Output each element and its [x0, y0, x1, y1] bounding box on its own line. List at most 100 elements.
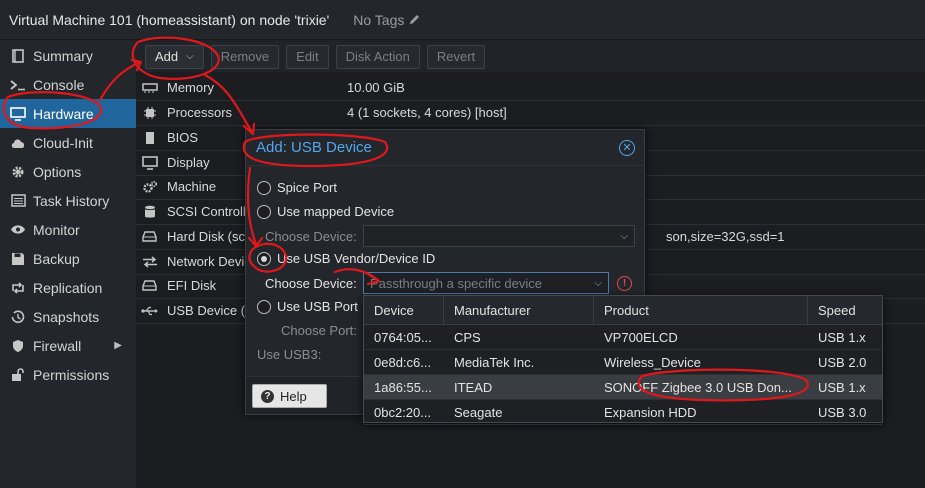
sidebar-item-label: Monitor	[33, 221, 80, 238]
hardware-label: Memory	[167, 80, 214, 96]
disk-action-button[interactable]: Disk Action	[335, 44, 420, 69]
mapped-device-field: Choose Device: ⌵	[265, 225, 635, 247]
expand-caret-icon[interactable]: ▶	[114, 340, 122, 351]
help-label: Help	[280, 388, 307, 404]
device-id: 1a86:55...	[374, 379, 432, 395]
sidebar-item-label: Task History	[33, 192, 110, 209]
sidebar: Summary Console Hardware Cloud-Init Opti…	[0, 41, 136, 488]
unlock-icon	[9, 367, 27, 383]
device-row[interactable]: 0764:05... CPS VP700ELCD USB 1.x	[364, 325, 882, 350]
device-product: Expansion HDD	[604, 404, 697, 420]
vendor-device-field: Choose Device: Passthrough a specific de…	[265, 272, 632, 294]
edit-button[interactable]: Edit	[286, 44, 329, 69]
floppy-icon	[9, 251, 27, 267]
device-row[interactable]: 0e8d:c6... MediaTek Inc. Wireless_Device…	[364, 350, 882, 375]
column-header-manufacturer[interactable]: Manufacturer	[444, 296, 594, 324]
history-icon	[9, 309, 27, 325]
hardware-value: 10.00 GiB	[347, 80, 405, 96]
sidebar-item-replication[interactable]: Replication	[0, 273, 136, 302]
terminal-icon	[9, 77, 27, 93]
sidebar-item-summary[interactable]: Summary	[0, 41, 136, 70]
usb-device-dropdown: Device Manufacturer Product Speed 0764:0…	[363, 295, 883, 425]
spice-port-option[interactable]: Spice Port	[257, 180, 337, 195]
device-product: SONOFF Zigbee 3.0 USB Don...	[604, 379, 792, 395]
combo-placeholder: Passthrough a specific device	[370, 275, 542, 291]
vendor-device-option[interactable]: Use USB Vendor/Device ID	[257, 251, 435, 266]
tags-label: No Tags	[353, 11, 405, 28]
pencil-icon[interactable]	[408, 13, 421, 26]
hardware-label: Display	[167, 155, 210, 171]
option-label: Spice Port	[277, 180, 337, 195]
help-button[interactable]: ? Help	[252, 384, 327, 408]
sidebar-item-console[interactable]: Console	[0, 70, 136, 99]
device-speed: USB 1.x	[818, 329, 866, 345]
sidebar-item-cloud-init[interactable]: Cloud-Init	[0, 128, 136, 157]
sidebar-item-options[interactable]: Options	[0, 157, 136, 186]
dialog-title: Add: USB Device	[256, 139, 372, 156]
radio-button-selected[interactable]	[257, 251, 271, 266]
sidebar-item-backup[interactable]: Backup	[0, 244, 136, 273]
list-icon	[9, 193, 27, 209]
usb-port-option[interactable]: Use USB Port	[257, 299, 358, 314]
add-button-label: Add	[155, 49, 179, 64]
vendor-device-combo[interactable]: Passthrough a specific device ⌵	[363, 272, 609, 294]
sidebar-item-monitor[interactable]: Monitor	[0, 215, 136, 244]
chevron-down-icon: ⌵	[620, 230, 628, 242]
retweet-icon	[9, 280, 27, 296]
sidebar-item-label: Summary	[33, 47, 93, 64]
sidebar-item-snapshots[interactable]: Snapshots	[0, 302, 136, 331]
device-product: Wireless_Device	[604, 354, 701, 370]
hardware-row-processors[interactable]: Processors 4 (1 sockets, 4 cores) [host]	[136, 101, 925, 126]
column-header-speed[interactable]: Speed	[808, 296, 882, 324]
close-icon[interactable]: ✕	[619, 140, 635, 156]
radio-button[interactable]	[257, 180, 271, 195]
sidebar-item-label: Permissions	[33, 366, 110, 383]
eye-icon	[9, 222, 27, 238]
device-manufacturer: Seagate	[454, 404, 503, 420]
tags-area[interactable]: No Tags	[353, 12, 421, 28]
device-speed: USB 2.0	[818, 354, 867, 370]
chip-icon	[141, 131, 158, 145]
hardware-row-memory[interactable]: Memory 10.00 GiB	[136, 76, 925, 101]
mapped-device-combo[interactable]: ⌵	[363, 225, 635, 247]
column-header-device[interactable]: Device	[364, 296, 444, 324]
usb3-field: Use USB3:	[257, 347, 321, 362]
top-bar: Virtual Machine 101 (homeassistant) on n…	[0, 0, 925, 40]
warning-icon: !	[617, 275, 632, 291]
sidebar-item-hardware[interactable]: Hardware	[0, 99, 136, 128]
column-header-product[interactable]: Product	[594, 296, 808, 324]
radio-button[interactable]	[257, 204, 271, 219]
sidebar-item-task-history[interactable]: Task History	[0, 186, 136, 215]
device-manufacturer: ITEAD	[454, 379, 493, 395]
sidebar-item-label: Replication	[33, 279, 103, 296]
sidebar-item-label: Cloud-Init	[33, 134, 93, 151]
radio-button[interactable]	[257, 299, 271, 314]
sidebar-item-firewall[interactable]: Firewall ▶	[0, 331, 136, 360]
hdd-icon	[141, 280, 158, 292]
mapped-device-option[interactable]: Use mapped Device	[257, 204, 394, 219]
field-label: Choose Device:	[265, 275, 357, 291]
device-speed: USB 3.0	[818, 404, 867, 420]
add-button[interactable]: Add ⌵	[145, 44, 204, 69]
device-manufacturer: CPS	[454, 329, 481, 345]
sidebar-item-label: Hardware	[33, 105, 94, 122]
book-icon	[9, 48, 27, 64]
vm-title: Virtual Machine 101 (homeassistant) on n…	[9, 11, 330, 28]
hardware-label: EFI Disk	[167, 278, 217, 294]
sidebar-item-label: Options	[33, 163, 82, 180]
device-row[interactable]: 0bc2:20... Seagate Expansion HDD USB 3.0	[364, 400, 882, 425]
field-label: Use USB3:	[257, 347, 322, 362]
gear-icon	[9, 164, 27, 180]
cpu-icon	[141, 106, 158, 120]
sidebar-item-permissions[interactable]: Permissions	[0, 360, 136, 389]
device-row-selected[interactable]: 1a86:55... ITEAD SONOFF Zigbee 3.0 USB D…	[364, 375, 882, 400]
revert-button[interactable]: Revert	[426, 44, 486, 69]
device-manufacturer: MediaTek Inc.	[454, 354, 535, 370]
remove-button[interactable]: Remove	[210, 44, 280, 69]
usb-port-field: Choose Port:	[281, 323, 357, 338]
sidebar-item-label: Backup	[33, 250, 80, 267]
usb-icon	[141, 306, 158, 316]
toolbar: Add ⌵ Remove Edit Disk Action Revert	[136, 41, 925, 72]
chevron-down-icon: ⌵	[186, 51, 194, 62]
device-id: 0e8d:c6...	[374, 354, 432, 370]
